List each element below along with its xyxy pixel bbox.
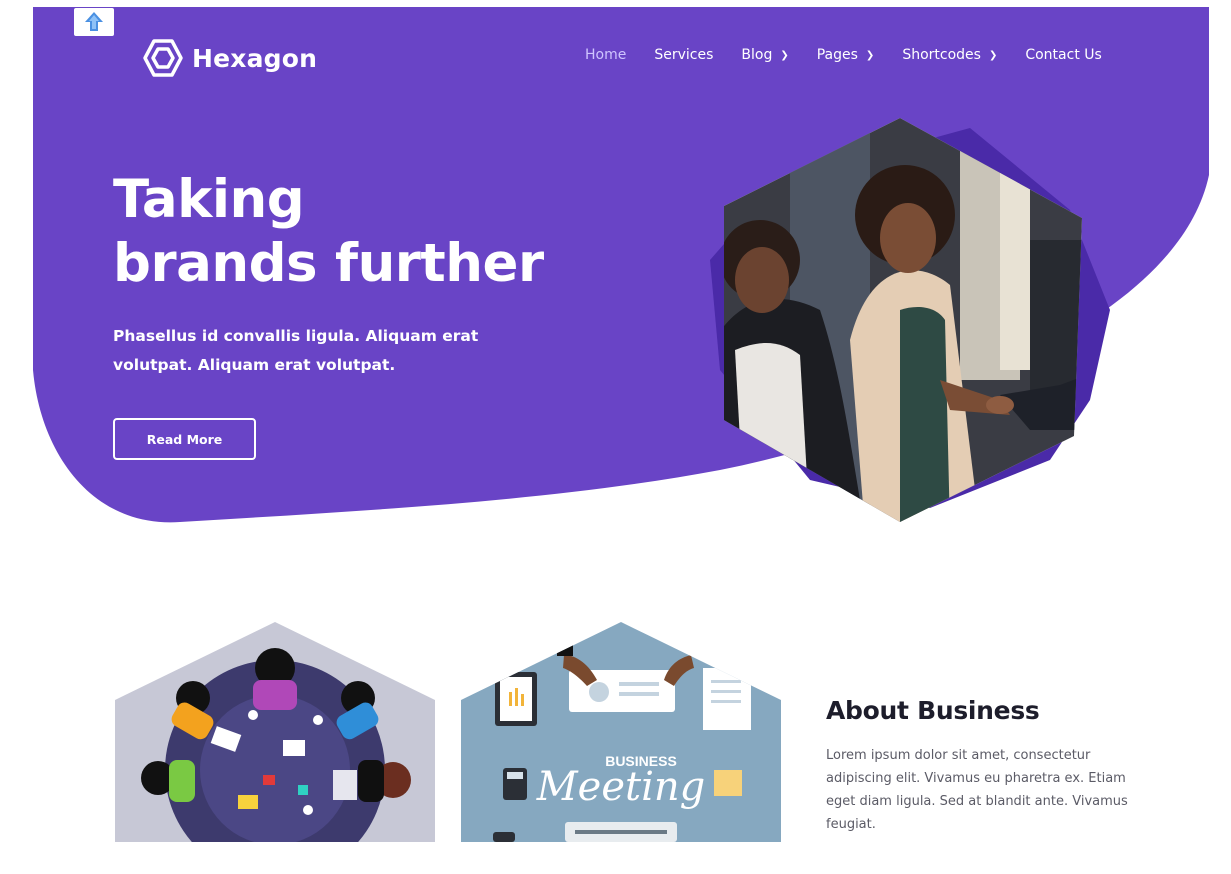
nav-item-label: Pages: [816, 47, 858, 63]
hero-title-line2: brands further: [113, 233, 544, 294]
read-more-button[interactable]: Read More: [113, 418, 256, 460]
chevron-down-icon: ❯: [865, 49, 875, 61]
about-text: Lorem ipsum dolor sit amet, consectetur …: [826, 748, 1128, 832]
hero-title: Taking brands further: [113, 168, 544, 296]
back-to-top-icon: [85, 12, 103, 31]
chevron-down-icon: ❯: [780, 49, 789, 61]
nav-item-label: Contact Us: [1025, 47, 1102, 63]
nav-item-pages[interactable]: Pages ❯: [817, 47, 875, 63]
hero-subtitle: Phasellus id convallis ligula. Aliquam e…: [113, 327, 479, 374]
nav-item-label: Shortcodes: [902, 47, 981, 63]
nav-item-services[interactable]: Services: [654, 47, 713, 63]
meeting-script-label: Meeting: [536, 764, 706, 810]
about-title: About Business: [826, 696, 1040, 725]
hexagon-logo-icon: [143, 39, 183, 77]
chevron-down-icon: ❯: [988, 49, 998, 61]
nav-item-label: Services: [654, 47, 714, 63]
brand-name: Hexagon: [192, 43, 318, 73]
hero-title-line1: Taking: [113, 169, 305, 230]
brand-logo[interactable]: Hexagon: [143, 38, 317, 78]
nav-item-shortcodes[interactable]: Shortcodes ❯: [902, 47, 997, 63]
business-meeting-illustration: BUSINESS Meeting: [461, 622, 781, 842]
team-meeting-illustration: [115, 622, 435, 842]
nav-item-home[interactable]: Home: [585, 47, 626, 63]
nav-item-label: Blog: [741, 47, 773, 63]
back-to-top-button[interactable]: [74, 8, 114, 36]
hero-hexagon-photo: [710, 118, 1110, 522]
nav-item-blog[interactable]: Blog ❯: [741, 47, 788, 63]
main-nav: Home Services Blog ❯ Pages ❯ Shortcodes …: [585, 47, 1102, 63]
nav-item-contact[interactable]: Contact Us: [1025, 47, 1101, 63]
nav-item-label: Home: [585, 47, 627, 63]
